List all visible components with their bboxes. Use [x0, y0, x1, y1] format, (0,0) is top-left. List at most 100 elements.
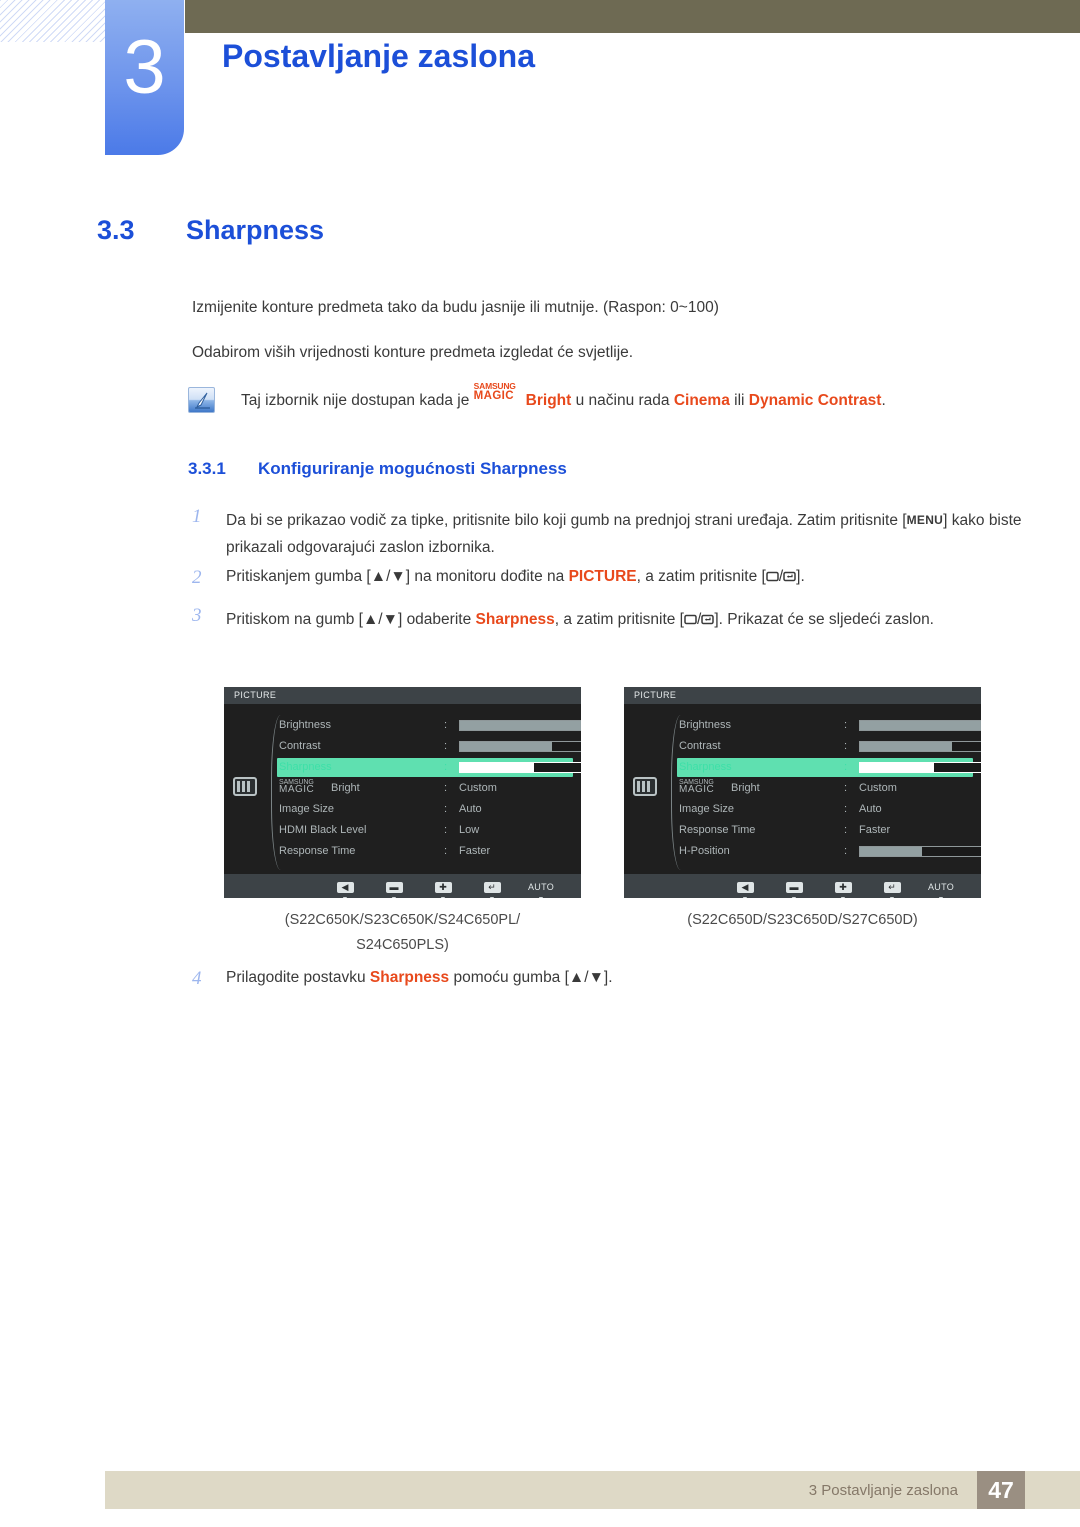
osd-right-caption: (S22C650D/S23C650D/S27C650D): [687, 912, 918, 928]
osd-value: Faster: [859, 824, 891, 836]
osd-screenshot-right: PICTURE Brightness : 100 Contrast : 75 S…: [624, 687, 981, 898]
osd-row-sharpness[interactable]: Sharpness : 60: [277, 757, 581, 778]
osd-label: HDMI Black Level: [279, 824, 367, 836]
caret-icon: ▼: [829, 896, 857, 898]
note-text-middle: u načinu rada: [571, 392, 674, 409]
left-arrow-icon: ◀: [336, 882, 354, 893]
osd-slider[interactable]: [859, 762, 981, 773]
osd-row-h-position[interactable]: H-Position : 50: [679, 841, 981, 862]
osd-slider[interactable]: [859, 741, 981, 752]
osd-slider[interactable]: [859, 720, 981, 731]
section-paragraph-2: Odabirom viših vrijednosti konture predm…: [192, 344, 634, 361]
osd-button-left[interactable]: ◀▼: [731, 877, 759, 898]
chapter-number: 3: [123, 24, 166, 110]
osd-colon: :: [444, 740, 448, 752]
note-text-ili: ili: [729, 392, 749, 409]
osd-button-enter[interactable]: ↵▼: [478, 877, 506, 898]
osd-slider[interactable]: [859, 846, 981, 857]
osd-button-power[interactable]: ⏻▼: [576, 877, 581, 898]
enter-icon: ↵: [483, 882, 501, 893]
step-2-part-b: , a zatim pritisnite [: [636, 568, 766, 585]
osd-button-plus[interactable]: ✚▼: [429, 877, 457, 898]
osd-button-enter[interactable]: ↵▼: [878, 877, 906, 898]
note-block: Taj izbornik nije dostupan kada je SAMSU…: [188, 381, 1048, 415]
osd-row-brightness[interactable]: Brightness : 100: [279, 715, 581, 736]
step-4-part-b: pomoću gumba [▲/▼].: [449, 969, 613, 986]
step-text-4: Prilagodite postavku Sharpness pomoću gu…: [226, 969, 613, 987]
back-button-glyph: [684, 607, 697, 634]
step-number-2: 2: [192, 567, 202, 588]
step-4-highlight-sharpness: Sharpness: [369, 969, 450, 986]
step-number-4: 4: [192, 968, 202, 989]
osd-button-auto[interactable]: AUTO ▼: [527, 877, 555, 898]
osd-value: Auto: [459, 803, 482, 815]
osd-label: H-Position: [679, 845, 730, 857]
osd-button-minus[interactable]: ▬▼: [780, 877, 808, 898]
plus-icon: ✚: [834, 882, 852, 893]
osd-button-auto[interactable]: AUTO ▼: [927, 877, 955, 898]
step-1-part-a: Da bi se prikazao vodič za tipke, pritis…: [226, 512, 907, 529]
caret-icon: ▼: [380, 896, 408, 898]
minus-icon: ▬: [385, 882, 403, 893]
caret-icon: ▼: [331, 896, 359, 898]
step-2-part-d: ].: [796, 568, 805, 585]
step-4-part-a: Prilagodite postavku: [226, 969, 370, 986]
subsection-title: Konfiguriranje mogućnosti Sharpness: [258, 459, 567, 478]
osd-row-magicbright[interactable]: SAMSUNG MAGIC Bright : Custom: [679, 778, 979, 799]
caret-icon: ▼: [527, 896, 555, 898]
osd-colon: :: [844, 824, 848, 836]
section-number: 3.3: [97, 215, 135, 245]
osd-button-left[interactable]: ◀▼: [331, 877, 359, 898]
page-title: Sharpness: [186, 215, 325, 245]
osd-row-image-size[interactable]: Image Size : Auto: [679, 799, 979, 820]
magic-magic-word: MAGIC: [279, 784, 315, 795]
osd-row-contrast[interactable]: Contrast : 75: [679, 736, 981, 757]
osd-colon: :: [444, 824, 448, 836]
section-paragraph-1: Izmijenite konture predmeta tako da budu…: [192, 299, 719, 316]
osd-button-minus[interactable]: ▬▼: [380, 877, 408, 898]
osd-label: Brightness: [279, 719, 331, 731]
osd-row-sharpness[interactable]: Sharpness : 60: [677, 757, 981, 778]
osd-row-magicbright[interactable]: SAMSUNG MAGIC Bright : Custom: [279, 778, 579, 799]
osd-row-hdmi-black-level[interactable]: HDMI Black Level : Low: [279, 820, 579, 841]
osd-value: Faster: [459, 845, 491, 857]
osd-value: Low: [459, 824, 480, 836]
auto-label: AUTO: [527, 882, 555, 892]
osd-button-power[interactable]: ⏻▼: [976, 877, 981, 898]
osd-button-plus[interactable]: ✚▼: [829, 877, 857, 898]
enter-button-glyph: [783, 569, 796, 587]
osd-slider[interactable]: [459, 762, 581, 773]
osd-row-contrast[interactable]: Contrast : 75: [279, 736, 581, 757]
step-text-3: Pritiskom na gumb [▲/▼] odaberite Sharpn…: [226, 606, 1016, 634]
osd-colon: :: [844, 803, 848, 815]
osd-colon: :: [844, 740, 848, 752]
osd-row-response-time[interactable]: Response Time : Faster: [679, 820, 979, 841]
osd-colon: :: [444, 845, 448, 857]
osd-label: Image Size: [279, 803, 335, 815]
osd-left-title: PICTURE: [224, 687, 581, 704]
osd-slider[interactable]: [459, 720, 581, 731]
step-text-2: Pritiskanjem gumba [▲/▼] na monitoru dođ…: [226, 568, 805, 587]
minus-icon: ▬: [785, 882, 803, 893]
osd-left-caption: (S22C650K/S23C650K/S24C650PL/ S24C650PLS…: [224, 908, 581, 958]
step-3-highlight-sharpness: Sharpness: [475, 611, 555, 628]
osd-row-response-time[interactable]: Response Time : Faster: [279, 841, 579, 862]
osd-row-image-size[interactable]: Image Size : Auto: [279, 799, 579, 820]
osd-label: Contrast: [279, 740, 321, 752]
osd-row-brightness[interactable]: Brightness : 100: [679, 715, 981, 736]
osd-right-title: PICTURE: [624, 687, 981, 704]
magic-bright-logo-osd: SAMSUNG MAGIC Bright: [279, 778, 360, 795]
magic-bright-logo-osd: SAMSUNG MAGIC Bright: [679, 778, 760, 795]
osd-slider[interactable]: [459, 741, 581, 752]
step-2-part-a: Pritiskanjem gumba [▲/▼] na monitoru dođ…: [226, 568, 569, 585]
footer-chapter-text: 3 Postavljanje zaslona: [808, 1482, 958, 1499]
osd-left-rows: Brightness : 100 Contrast : 75 Sharpness…: [277, 715, 581, 862]
osd-value: Auto: [859, 803, 882, 815]
osd-colon: :: [444, 782, 448, 794]
step-3-part-b: , a zatim pritisnite [: [554, 611, 684, 628]
osd-label: Image Size: [679, 803, 735, 815]
osd-value: Custom: [459, 782, 497, 794]
back-button-glyph: [766, 569, 779, 587]
caret-icon: ▼: [878, 896, 906, 898]
magic-bright-word: Bright: [331, 782, 360, 794]
